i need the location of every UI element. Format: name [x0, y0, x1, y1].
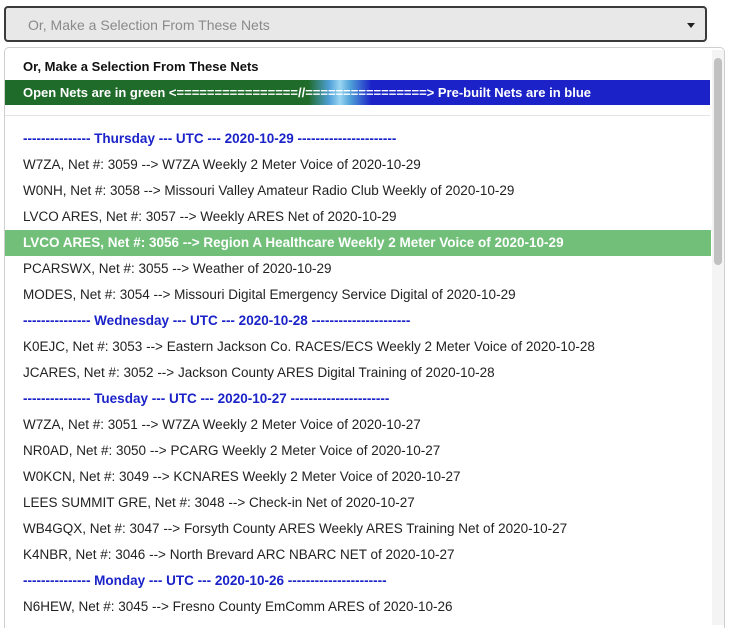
select-placeholder: Or, Make a Selection From These Nets	[28, 17, 270, 33]
net-select[interactable]: Or, Make a Selection From These Nets	[4, 6, 707, 42]
net-option[interactable]: W0NH, Net #: 3058 --> Missouri Valley Am…	[5, 178, 711, 204]
net-option-list: --------------- Thursday --- UTC --- 202…	[5, 126, 711, 620]
day-header: --------------- Tuesday --- UTC --- 2020…	[23, 391, 390, 406]
color-legend-text: Open Nets are in green <================…	[23, 85, 592, 100]
net-option[interactable]: K0EJC, Net #: 3053 --> Eastern Jackson C…	[5, 334, 711, 360]
day-header: --------------- Wednesday --- UTC --- 20…	[23, 313, 411, 328]
net-option[interactable]: W7ZA, Net #: 3059 --> W7ZA Weekly 2 Mete…	[5, 152, 711, 178]
day-header: --------------- Monday --- UTC --- 2020-…	[23, 573, 387, 588]
net-option[interactable]: JCARES, Net #: 3052 --> Jackson County A…	[5, 360, 711, 386]
net-option[interactable]: W7ZA, Net #: 3051 --> W7ZA Weekly 2 Mete…	[5, 412, 711, 438]
net-option[interactable]: W0KCN, Net #: 3049 --> KCNARES Weekly 2 …	[5, 464, 711, 490]
dropdown-title: Or, Make a Selection From These Nets	[23, 59, 259, 74]
day-header: --------------- Thursday --- UTC --- 202…	[23, 131, 397, 146]
net-option[interactable]: PCARSWX, Net #: 3055 --> Weather of 2020…	[5, 256, 711, 282]
caret-down-icon[interactable]	[687, 23, 695, 28]
net-option[interactable]: WB4GQX, Net #: 3047 --> Forsyth County A…	[5, 516, 711, 542]
net-dropdown-list: Or, Make a Selection From These Nets Ope…	[4, 47, 725, 628]
net-option[interactable]: LVCO ARES, Net #: 3057 --> Weekly ARES N…	[5, 204, 711, 230]
net-option[interactable]: K4NBR, Net #: 3046 --> North Brevard ARC…	[5, 542, 711, 568]
color-legend-bar: Open Nets are in green <================…	[5, 80, 710, 105]
net-option-selected[interactable]: LVCO ARES, Net #: 3056 --> Region A Heal…	[5, 230, 711, 256]
scrollbar-track[interactable]	[712, 50, 724, 625]
scrollbar-thumb[interactable]	[714, 58, 722, 265]
net-option[interactable]: LEES SUMMIT GRE, Net #: 3048 --> Check-i…	[5, 490, 711, 516]
net-option[interactable]: MODES, Net #: 3054 --> Missouri Digital …	[5, 282, 711, 308]
divider	[5, 115, 710, 116]
net-option[interactable]: N6HEW, Net #: 3045 --> Fresno County EmC…	[5, 594, 711, 620]
net-option[interactable]: NR0AD, Net #: 3050 --> PCARG Weekly 2 Me…	[5, 438, 711, 464]
